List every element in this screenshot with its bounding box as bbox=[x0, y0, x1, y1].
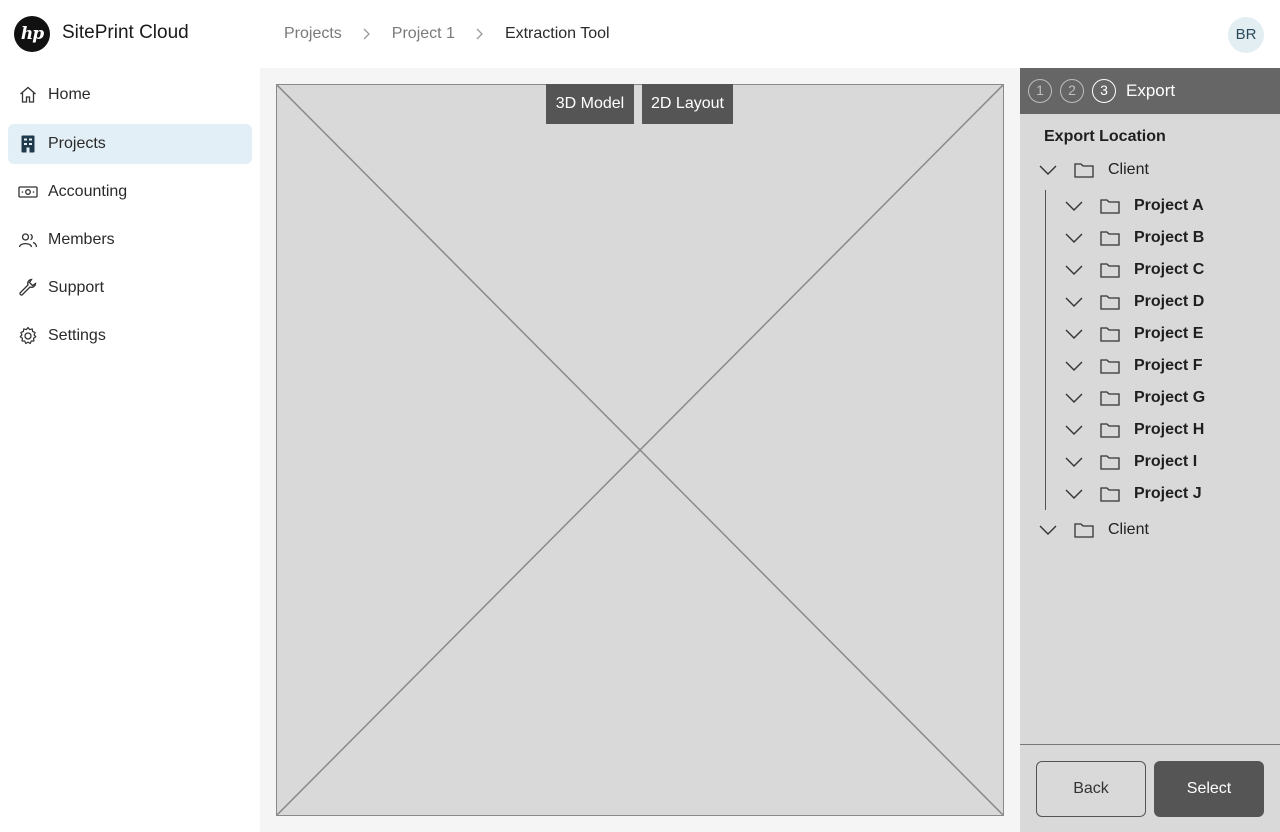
tree-node-client[interactable]: Client bbox=[1038, 154, 1149, 186]
tree-guide-line bbox=[1045, 190, 1046, 510]
members-icon bbox=[18, 230, 38, 250]
sidebar: Home Projects Accounting Members Support… bbox=[0, 68, 260, 832]
folder-icon bbox=[1100, 388, 1120, 408]
tree-node-label: Project F bbox=[1134, 357, 1203, 374]
chevron-down-icon[interactable] bbox=[1064, 324, 1084, 344]
back-button[interactable]: Back bbox=[1036, 761, 1146, 817]
chevron-down-icon[interactable] bbox=[1064, 292, 1084, 312]
gear-icon bbox=[18, 326, 38, 346]
main-canvas-area: 3D Model 2D Layout bbox=[260, 68, 1020, 832]
chevron-right-icon bbox=[355, 24, 379, 44]
step-2-indicator[interactable]: 2 bbox=[1060, 79, 1084, 103]
panel-footer: Back Select bbox=[1020, 744, 1280, 832]
2d-layout-toggle[interactable]: 2D Layout bbox=[642, 84, 733, 124]
chevron-down-icon[interactable] bbox=[1064, 196, 1084, 216]
tree-node-label: Project C bbox=[1134, 261, 1205, 278]
chevron-down-icon[interactable] bbox=[1064, 484, 1084, 504]
tree-node-project[interactable]: Project B bbox=[1064, 222, 1204, 254]
tree-node-project[interactable]: Project F bbox=[1064, 350, 1202, 382]
sidebar-item-label: Settings bbox=[48, 327, 106, 344]
3d-model-toggle[interactable]: 3D Model bbox=[546, 84, 634, 124]
step-header: 1 2 3 Export bbox=[1020, 68, 1280, 114]
tree-node-label: Project D bbox=[1134, 293, 1205, 310]
projects-icon bbox=[18, 134, 38, 154]
tree-node-project[interactable]: Project J bbox=[1064, 478, 1202, 510]
export-location-label: Export Location bbox=[1044, 128, 1166, 145]
folder-icon bbox=[1100, 324, 1120, 344]
tree-node-label: Project H bbox=[1134, 421, 1205, 438]
tree-node-client[interactable]: Client bbox=[1038, 514, 1149, 546]
tree-node-project[interactable]: Project A bbox=[1064, 190, 1204, 222]
breadcrumb-project-1[interactable]: Project 1 bbox=[392, 25, 455, 43]
sidebar-item-members[interactable]: Members bbox=[8, 220, 252, 260]
tree-node-project[interactable]: Project D bbox=[1064, 286, 1204, 318]
folder-icon bbox=[1074, 520, 1094, 540]
export-panel: 1 2 3 Export Export Location Client Proj… bbox=[1020, 68, 1280, 832]
step-title: Export bbox=[1126, 81, 1176, 100]
select-button[interactable]: Select bbox=[1154, 761, 1264, 817]
folder-icon bbox=[1100, 196, 1120, 216]
placeholder-cross bbox=[276, 84, 1004, 816]
folder-icon bbox=[1100, 260, 1120, 280]
tree-node-project[interactable]: Project C bbox=[1064, 254, 1204, 286]
accounting-icon bbox=[18, 182, 38, 202]
folder-icon bbox=[1100, 356, 1120, 376]
tree-node-label: Project B bbox=[1134, 229, 1205, 246]
folder-icon bbox=[1100, 452, 1120, 472]
folder-icon bbox=[1074, 160, 1094, 180]
sidebar-item-label: Home bbox=[48, 86, 91, 103]
chevron-down-icon[interactable] bbox=[1064, 420, 1084, 440]
sidebar-item-home[interactable]: Home bbox=[8, 75, 252, 115]
hp-logo[interactable]: hp bbox=[14, 16, 50, 52]
sidebar-item-label: Accounting bbox=[48, 183, 128, 200]
breadcrumb-extraction-tool: Extraction Tool bbox=[504, 25, 610, 42]
user-avatar[interactable]: BR bbox=[1228, 17, 1264, 53]
breadcrumb: Projects Project 1 Extraction Tool bbox=[284, 24, 610, 44]
sidebar-item-label: Support bbox=[48, 279, 105, 296]
folder-icon bbox=[1100, 484, 1120, 504]
chevron-down-icon[interactable] bbox=[1038, 160, 1058, 180]
sidebar-item-label: Projects bbox=[48, 135, 106, 152]
tree-node-label: Project J bbox=[1134, 485, 1202, 502]
chevron-down-icon[interactable] bbox=[1064, 388, 1084, 408]
tree-node-label: Client bbox=[1108, 521, 1149, 538]
sidebar-item-settings[interactable]: Settings bbox=[8, 316, 252, 356]
chevron-down-icon[interactable] bbox=[1064, 356, 1084, 376]
sidebar-item-accounting[interactable]: Accounting bbox=[8, 172, 252, 212]
chevron-down-icon[interactable] bbox=[1064, 260, 1084, 280]
top-bar: hp SitePrint Cloud Projects Project 1 Ex… bbox=[0, 0, 1280, 68]
step-1-indicator[interactable]: 1 bbox=[1028, 79, 1052, 103]
folder-icon bbox=[1100, 292, 1120, 312]
step-3-indicator: 3 bbox=[1092, 79, 1116, 103]
tree-node-project[interactable]: Project G bbox=[1064, 382, 1205, 414]
tree-node-project[interactable]: Project I bbox=[1064, 446, 1197, 478]
sidebar-item-projects[interactable]: Projects bbox=[8, 124, 252, 164]
chevron-right-icon bbox=[468, 24, 492, 44]
tree-node-label: Project G bbox=[1134, 389, 1206, 406]
chevron-down-icon[interactable] bbox=[1038, 520, 1058, 540]
tree-node-project[interactable]: Project H bbox=[1064, 414, 1204, 446]
sidebar-item-label: Members bbox=[48, 231, 115, 248]
app-title: SitePrint Cloud bbox=[62, 22, 189, 43]
tree-node-label: Project E bbox=[1134, 325, 1204, 342]
folder-icon bbox=[1100, 228, 1120, 248]
sidebar-item-support[interactable]: Support bbox=[8, 268, 252, 308]
tree-node-label: Project I bbox=[1134, 453, 1198, 470]
chevron-down-icon[interactable] bbox=[1064, 452, 1084, 472]
folder-icon bbox=[1100, 420, 1120, 440]
breadcrumb-projects[interactable]: Projects bbox=[284, 25, 342, 43]
home-icon bbox=[18, 85, 38, 105]
wrench-icon bbox=[18, 278, 38, 298]
tree-node-project[interactable]: Project E bbox=[1064, 318, 1203, 350]
model-viewer-placeholder[interactable]: 3D Model 2D Layout bbox=[276, 84, 1004, 816]
tree-node-label: Client bbox=[1108, 161, 1149, 178]
chevron-down-icon[interactable] bbox=[1064, 228, 1084, 248]
tree-node-label: Project A bbox=[1134, 197, 1204, 214]
